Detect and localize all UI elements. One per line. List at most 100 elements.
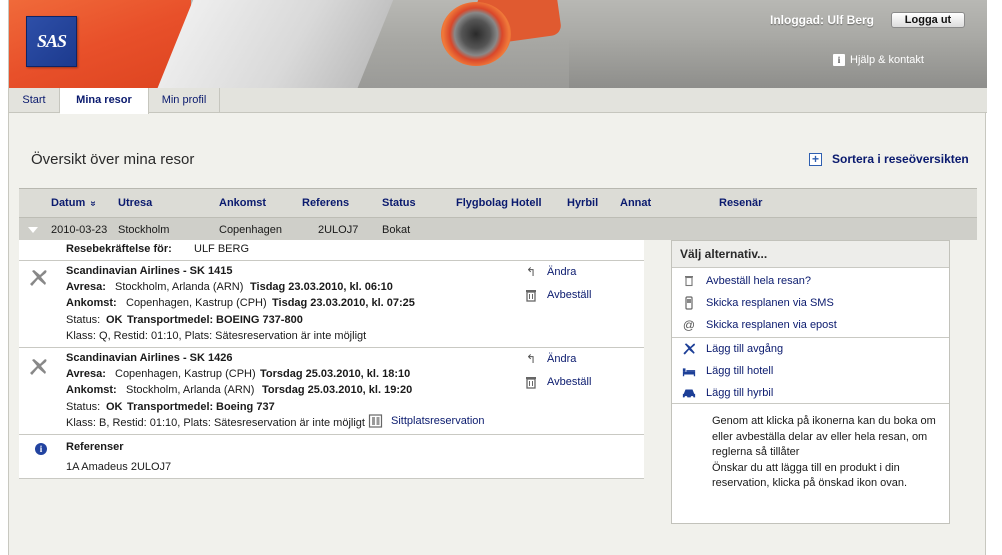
col-hotell[interactable]: Hotell bbox=[511, 197, 542, 209]
add-car-link[interactable]: Lägg till hyrbil bbox=[682, 386, 773, 400]
confirmation-name: ULF BERG bbox=[194, 243, 250, 255]
seat-reservation-label: Sittplatsreservation bbox=[391, 415, 485, 427]
divider bbox=[19, 347, 644, 348]
col-datum-label: Datum bbox=[51, 197, 86, 209]
col-hyrbil[interactable]: Hyrbil bbox=[567, 197, 598, 209]
flight-1-ankomst-label: Ankomst: bbox=[66, 297, 117, 309]
col-resenar[interactable]: Resenär bbox=[719, 197, 762, 209]
table-row[interactable]: 2010-03-23 Stockholm Copenhagen 2ULOJ7 B… bbox=[19, 217, 977, 240]
divider bbox=[19, 478, 644, 479]
tab-min-profil[interactable]: Min profil bbox=[149, 88, 220, 113]
logout-button[interactable]: Logga ut bbox=[891, 12, 965, 28]
add-hotel-label: Lägg till hotell bbox=[706, 365, 774, 377]
options-help-text: Genom att klicka på ikonerna kan du boka… bbox=[712, 415, 936, 489]
flight-1-ankomst-place: Copenhagen, Kastrup (CPH) bbox=[126, 297, 267, 309]
expand-triangle-icon[interactable] bbox=[28, 227, 38, 233]
logged-in-user: Inloggad: Ulf Berg bbox=[770, 13, 874, 27]
cancel-whole-trip-link[interactable]: Avbeställ hela resan? bbox=[682, 274, 811, 288]
flight-2-edit-label: Ändra bbox=[547, 353, 577, 365]
flight-2-klass-line: Klass: B, Restid: 01:10, Plats: Sätesres… bbox=[66, 417, 365, 429]
flight-2-status-label: Status: bbox=[66, 401, 101, 413]
trash-icon bbox=[685, 276, 693, 287]
airplane-icon bbox=[30, 270, 47, 286]
help-contact-label: Hjälp & kontakt bbox=[850, 54, 924, 66]
flight-2-cancel-link[interactable]: Avbeställ bbox=[524, 375, 591, 389]
col-referens[interactable]: Referens bbox=[302, 197, 349, 209]
flight-2-transport-value: Boeing 737 bbox=[216, 401, 275, 413]
flight-1-transport-label: Transportmedel: bbox=[127, 314, 214, 326]
info-icon: i bbox=[35, 443, 47, 455]
options-panel: Välj alternativ... Avbeställ hela resan?… bbox=[671, 240, 950, 524]
flight-1-klass-line: Klass: Q, Restid: 01:10, Plats: Sätesres… bbox=[66, 330, 367, 342]
page: SAS Inloggad: Ulf Berg Logga ut i Hjälp … bbox=[8, 0, 987, 555]
col-ankomst[interactable]: Ankomst bbox=[219, 197, 266, 209]
add-car-label: Lägg till hyrbil bbox=[706, 387, 774, 399]
send-sms-label: Skicka resplanen via SMS bbox=[706, 297, 834, 309]
confirmation-label: Resebekräftelse för: bbox=[66, 243, 172, 255]
divider bbox=[19, 260, 644, 261]
row-utresa: Stockholm bbox=[118, 224, 170, 236]
undo-arrow-icon: ↰ bbox=[525, 352, 537, 366]
banner-fuselage bbox=[152, 0, 406, 88]
row-ankomst: Copenhagen bbox=[219, 224, 283, 236]
undo-arrow-icon: ↰ bbox=[525, 265, 537, 279]
tab-mina-resor[interactable]: Mina resor bbox=[60, 88, 149, 114]
flight-2-ankomst-place: Stockholm, Arlanda (ARN) bbox=[126, 384, 255, 396]
tab-start[interactable]: Start bbox=[9, 88, 60, 113]
flight-2-title: Scandinavian Airlines - SK 1426 bbox=[66, 352, 233, 364]
col-annat[interactable]: Annat bbox=[620, 197, 651, 209]
header-banner: SAS Inloggad: Ulf Berg Logga ut i Hjälp … bbox=[9, 0, 987, 88]
sort-overview-link[interactable]: + Sortera i reseöversikten bbox=[809, 152, 969, 166]
flight-2-avresa-time: Torsdag 25.03.2010, kl. 18:10 bbox=[260, 368, 411, 380]
trash-icon bbox=[526, 377, 536, 389]
plus-icon: + bbox=[809, 152, 822, 166]
info-icon: i bbox=[833, 54, 845, 66]
flight-1-transport-value: BOEING 737-800 bbox=[216, 314, 303, 326]
col-status[interactable]: Status bbox=[382, 197, 416, 209]
sas-logo-text: SAS bbox=[36, 31, 67, 51]
flight-2-avresa-label: Avresa: bbox=[66, 368, 106, 380]
row-referens: 2ULOJ7 bbox=[318, 224, 359, 236]
col-utresa[interactable]: Utresa bbox=[118, 197, 152, 209]
seat-icon bbox=[368, 414, 383, 428]
bed-icon bbox=[682, 368, 696, 377]
cancel-whole-trip-label: Avbeställ hela resan? bbox=[706, 275, 811, 287]
options-title: Välj alternativ... bbox=[672, 241, 949, 268]
banner-ground bbox=[569, 40, 987, 88]
sas-logo[interactable]: SAS bbox=[26, 16, 77, 67]
flight-1-ankomst-time: Tisdag 23.03.2010, kl. 07:25 bbox=[272, 297, 415, 309]
flight-2-ankomst-time: Torsdag 25.03.2010, kl. 19:20 bbox=[262, 384, 413, 396]
row-datum: 2010-03-23 bbox=[51, 224, 108, 236]
flight-1-avresa-place: Stockholm, Arlanda (ARN) bbox=[115, 281, 244, 293]
flight-2-avresa-place: Copenhagen, Kastrup (CPH) bbox=[115, 368, 256, 380]
col-flygbolag[interactable]: Flygbolag bbox=[456, 197, 508, 209]
flight-1-edit-link[interactable]: ↰ Ändra bbox=[524, 265, 576, 279]
flight-2-edit-link[interactable]: ↰ Ändra bbox=[524, 352, 576, 366]
trash-icon bbox=[526, 290, 536, 302]
flight-2-status-value: OK bbox=[106, 401, 123, 413]
col-datum[interactable]: Datum » bbox=[51, 197, 99, 209]
references-value: 1A Amadeus 2ULOJ7 bbox=[66, 461, 172, 473]
flight-1-status-label: Status: bbox=[66, 314, 101, 326]
flight-1-cancel-link[interactable]: Avbeställ bbox=[524, 288, 591, 302]
at-icon: @ bbox=[682, 318, 696, 332]
send-email-label: Skicka resplanen via epost bbox=[706, 319, 837, 331]
divider bbox=[672, 403, 949, 404]
plane-icon bbox=[683, 343, 695, 355]
main-tabs: Start Mina resor Min profil bbox=[9, 88, 987, 114]
send-sms-link[interactable]: Skicka resplanen via SMS bbox=[682, 296, 834, 310]
add-departure-link[interactable]: Lägg till avgång bbox=[682, 342, 783, 356]
seat-reservation-link[interactable]: Sittplatsreservation bbox=[368, 413, 485, 429]
airplane-icon bbox=[30, 359, 47, 375]
divider bbox=[672, 337, 949, 338]
trips-table-header: Datum » Utresa Ankomst Referens Status F… bbox=[19, 188, 977, 217]
add-hotel-link[interactable]: Lägg till hotell bbox=[682, 364, 773, 378]
send-email-link[interactable]: @ Skicka resplanen via epost bbox=[682, 318, 837, 332]
flight-1-cancel-label: Avbeställ bbox=[547, 289, 592, 301]
add-departure-label: Lägg till avgång bbox=[706, 343, 784, 355]
sort-overview-label: Sortera i reseöversikten bbox=[832, 152, 969, 166]
flight-2-ankomst-label: Ankomst: bbox=[66, 384, 117, 396]
help-contact-link[interactable]: i Hjälp & kontakt bbox=[833, 54, 924, 66]
references-title: Referenser bbox=[66, 441, 124, 453]
divider bbox=[19, 434, 644, 435]
